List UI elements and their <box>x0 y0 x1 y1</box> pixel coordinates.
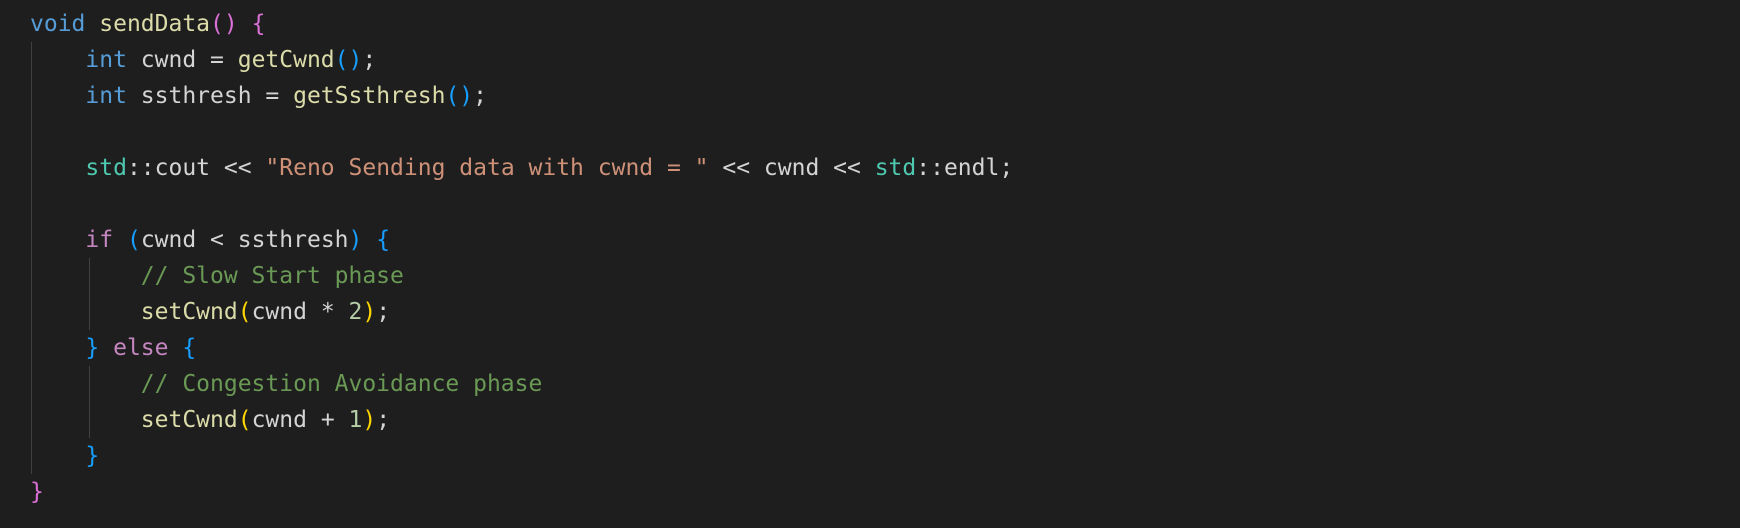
code-token: ) <box>362 299 377 325</box>
code-token: getSsthresh <box>293 83 446 109</box>
code-token: ( <box>126 227 141 253</box>
code-token: // Slow Start phase <box>140 263 404 289</box>
code-token: } <box>85 335 100 361</box>
code-token: ) <box>348 227 363 253</box>
code-line[interactable]: // Slow Start phase <box>30 258 1013 294</box>
code-token: ::cout << <box>126 155 266 181</box>
code-token: ( <box>237 299 252 325</box>
code-line[interactable]: } else { <box>30 330 1013 366</box>
code-token: else <box>113 335 169 361</box>
code-token: 1 <box>348 407 363 433</box>
code-token: void <box>30 11 86 37</box>
code-token: ssthresh = <box>126 83 294 109</box>
code-token: () <box>210 11 238 37</box>
code-token: ( <box>237 407 252 433</box>
code-token: cwnd * <box>251 299 349 325</box>
code-token: ) <box>362 407 377 433</box>
code-token: cwnd + <box>251 407 349 433</box>
code-token: if <box>85 227 114 253</box>
code-token: ; <box>376 299 391 325</box>
code-token: setCwnd <box>140 299 238 325</box>
code-token: cwnd < ssthresh <box>140 227 349 253</box>
code-token: int <box>85 83 127 109</box>
code-line[interactable]: // Congestion Avoidance phase <box>30 366 1013 402</box>
code-token: } <box>30 479 44 505</box>
code-token: std <box>85 155 127 181</box>
code-content[interactable]: void sendData() { int cwnd = getCwnd(); … <box>30 6 1013 510</box>
code-token: cwnd = <box>126 47 238 73</box>
code-token: () <box>334 47 363 73</box>
code-line[interactable]: if (cwnd < ssthresh) { <box>30 222 1013 258</box>
code-token: { <box>251 11 266 37</box>
code-line[interactable]: int ssthresh = getSsthresh(); <box>30 78 1013 114</box>
code-line[interactable]: } <box>30 438 1013 474</box>
code-line[interactable]: void sendData() { <box>30 6 1013 42</box>
code-line[interactable]: std::cout << "Reno Sending data with cwn… <box>30 150 1013 186</box>
code-token: // Congestion Avoidance phase <box>140 371 543 397</box>
code-token: std <box>874 155 917 181</box>
code-editor[interactable]: void sendData() { int cwnd = getCwnd(); … <box>0 0 1740 528</box>
code-token: ::endl; <box>916 155 1014 181</box>
code-line[interactable]: setCwnd(cwnd + 1); <box>30 402 1013 438</box>
code-token: { <box>182 335 197 361</box>
code-token: } <box>85 443 100 469</box>
code-token: { <box>376 227 391 253</box>
code-token: sendData <box>99 11 211 37</box>
code-token: << cwnd << <box>708 155 875 181</box>
code-line[interactable]: } <box>30 474 1013 510</box>
code-token: getCwnd <box>237 47 335 73</box>
code-token: int <box>85 47 127 73</box>
code-token: "Reno Sending data with cwnd = " <box>265 155 709 181</box>
code-token: ; <box>362 47 377 73</box>
code-line[interactable]: ​ <box>30 114 1013 150</box>
code-token: setCwnd <box>140 407 238 433</box>
code-line[interactable]: ​ <box>30 186 1013 222</box>
code-token: 2 <box>348 299 363 325</box>
code-token: ; <box>473 83 487 109</box>
code-line[interactable]: setCwnd(cwnd * 2); <box>30 294 1013 330</box>
code-line[interactable]: int cwnd = getCwnd(); <box>30 42 1013 78</box>
code-token: ; <box>376 407 391 433</box>
code-token: () <box>445 83 474 109</box>
